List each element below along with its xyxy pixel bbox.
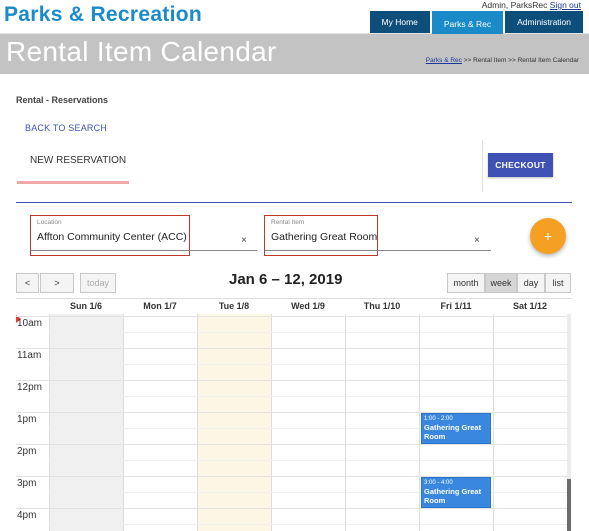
checkout-button[interactable]: CHECKOUT [488,153,553,177]
view-week-button[interactable]: week [485,273,517,293]
back-to-search-link[interactable]: BACK TO SEARCH [25,123,107,133]
hour-gridline [16,380,567,381]
calendar-event[interactable]: 1:00 - 2:00 Gathering Great Room [421,413,491,444]
day-header: Sat 1/12 [512,301,548,311]
view-list-button[interactable]: list [545,273,571,293]
rental-item-value[interactable]: Gathering Great Room [271,231,377,243]
prev-week-button[interactable]: < [16,273,39,293]
hour-gridline [16,348,567,349]
app-root: Parks & Recreation Admin, ParksRec Sign … [0,0,589,531]
day-column[interactable] [271,314,345,531]
time-label: 2pm [17,446,37,457]
today-button[interactable]: today [80,273,116,293]
day-header: Fri 1/11 [440,301,472,311]
day-column[interactable] [123,314,197,531]
calendar-title: Jan 6 – 12, 2019 [229,271,343,288]
time-label: 4pm [17,510,37,521]
time-label: 11am [17,350,42,361]
hour-gridline [16,444,567,445]
breadcrumb-parks-rec-link[interactable]: Parks & Rec [426,57,462,64]
top-header: Parks & Recreation Admin, ParksRec Sign … [0,0,589,36]
next-week-button[interactable]: > [40,273,74,293]
vertical-divider [482,140,483,192]
brand-logo[interactable]: Parks & Recreation [4,3,202,27]
title-band: Rental Item Calendar Parks & Rec >> Rent… [0,34,589,74]
section-divider [16,202,572,203]
location-underline [31,250,257,251]
hour-gridline [16,508,567,509]
view-day-button[interactable]: day [517,273,545,293]
day-header: Sun 1/6 [69,301,102,311]
calendar-scroll-thumb[interactable] [567,479,571,531]
day-header: Wed 1/9 [291,301,325,311]
user-name: Admin, ParksRec [481,0,548,10]
event-time: 3:00 - 4:00 [424,480,453,486]
user-bar: Admin, ParksRec Sign out [482,0,581,10]
new-reservation-tab[interactable]: NEW RESERVATION [30,155,126,166]
hour-gridline [16,316,567,317]
new-reservation-underline [17,181,129,184]
calendar-event[interactable]: 3:00 - 4:00 Gathering Great Room [421,477,491,508]
time-label: 12pm [17,382,43,393]
nav-administration[interactable]: Administration [505,11,583,33]
location-label: Location [37,219,62,226]
day-header: Mon 1/7 [143,301,177,311]
half-hour-gridline [49,332,567,333]
rental-item-label: Rental Item [271,219,305,226]
nav-my-home[interactable]: My Home [369,11,430,33]
week-calendar: Sun 1/6 Mon 1/7 Tue 1/8 Wed 1/9 Thu 1/10 Fri … [16,298,571,531]
half-hour-gridline [49,364,567,365]
day-header: Thu 1/10 [363,301,401,311]
event-time: 1:00 - 2:00 [424,416,453,422]
event-title: Gathering Great Room [424,423,482,441]
half-hour-gridline [49,524,567,525]
day-column[interactable] [49,314,123,531]
breadcrumb-current: Rental Item Calendar [517,57,579,64]
rental-item-clear-icon[interactable]: × [474,235,480,246]
day-header: Tue 1/8 [218,301,250,311]
breadcrumb-middle: >> Rental Item >> [461,57,518,64]
location-value[interactable]: Affton Community Center (ACC) [37,231,187,243]
day-column[interactable] [197,314,271,531]
time-label: 10am [17,318,43,329]
view-month-button[interactable]: month [447,273,485,293]
location-clear-icon[interactable]: × [241,235,247,246]
half-hour-gridline [49,460,567,461]
add-button[interactable]: + [530,218,566,254]
nav-parks-rec[interactable]: Parks & Rec [431,11,504,36]
rental-item-underline [265,250,491,251]
page-title: Rental Item Calendar [6,36,277,67]
time-label: 1pm [17,414,37,425]
event-title: Gathering Great Room [424,487,482,505]
time-label: 3pm [17,478,37,489]
sign-out-link[interactable]: Sign out [550,0,581,10]
day-column[interactable] [493,314,567,531]
top-nav: My Home Parks & Rec Administration [369,11,583,36]
half-hour-gridline [49,396,567,397]
day-column[interactable] [345,314,419,531]
breadcrumb: Parks & Rec >> Rental Item >> Rental Ite… [426,57,579,64]
section-label: Rental - Reservations [16,95,109,105]
